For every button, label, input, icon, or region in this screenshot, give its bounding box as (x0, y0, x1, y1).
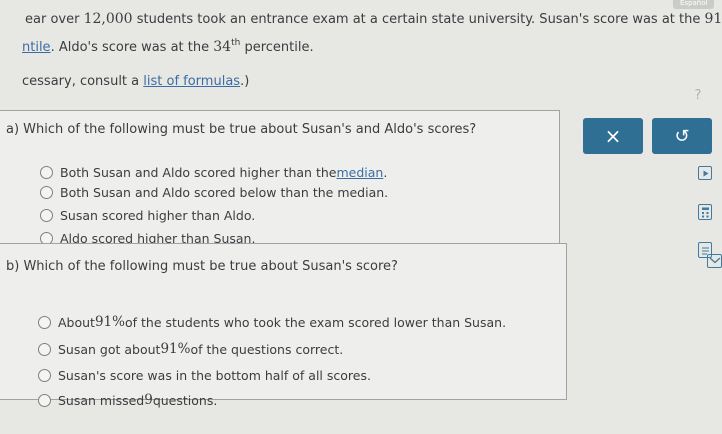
question-a-option-3[interactable]: Susan scored higher than Aldo. (40, 207, 255, 223)
calculator-icon[interactable] (698, 204, 712, 220)
radio-button[interactable] (38, 315, 51, 329)
question-b-option-1[interactable]: About 91% of the students who took the e… (38, 314, 506, 330)
radio-button[interactable] (40, 185, 53, 199)
question-b-box: b) Which of the following must be true a… (0, 243, 567, 408)
percentile-link[interactable]: ntile (22, 40, 51, 55)
problem-page: Español ear over 12,000 students took an… (0, 0, 722, 434)
problem-statement-line1: ear over 12,000 students took an entranc… (25, 11, 722, 27)
formulas-link[interactable]: list of formulas (143, 74, 240, 89)
radio-button[interactable] (40, 165, 53, 179)
median-link[interactable]: median (336, 165, 383, 180)
question-a-prompt: a) Which of the following must be true a… (6, 122, 477, 137)
formula-hint: cessary, consult a list of formulas.) (22, 74, 250, 89)
question-b-option-2[interactable]: Susan got about 91% of the questions cor… (38, 341, 343, 357)
question-a-box: a) Which of the following must be true a… (0, 110, 560, 246)
video-icon[interactable] (698, 166, 712, 180)
radio-button[interactable] (38, 393, 51, 407)
undo-icon: ↺ (674, 125, 690, 147)
question-b-option-3[interactable]: Susan's score was in the bottom half of … (38, 367, 371, 383)
question-b-option-4[interactable]: Susan missed 9 questions. (38, 392, 217, 408)
radio-button[interactable] (40, 208, 53, 222)
question-a-option-2[interactable]: Both Susan and Aldo scored below than th… (40, 184, 388, 200)
question-b-prompt: b) Which of the following must be true a… (6, 259, 398, 274)
problem-statement-line2: ntile. Aldo's score was at the 34th perc… (22, 38, 314, 55)
close-icon: × (604, 124, 622, 148)
radio-button[interactable] (38, 368, 51, 382)
undo-button[interactable]: ↺ (652, 118, 712, 154)
email-icon[interactable] (707, 254, 722, 268)
radio-button[interactable] (38, 342, 51, 356)
question-a-option-1[interactable]: Both Susan and Aldo scored higher than t… (40, 164, 387, 180)
clear-button[interactable]: × (583, 118, 643, 154)
espanol-button[interactable]: Español (673, 0, 715, 9)
help-icon[interactable]: ? (690, 88, 706, 104)
